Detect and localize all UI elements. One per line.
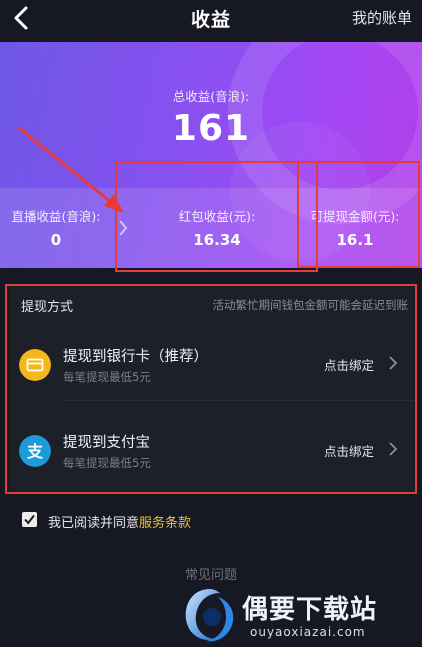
red-packet-earnings-label: 红包收益(元): — [178, 209, 256, 224]
agreement-checkbox[interactable] — [22, 512, 37, 527]
site-watermark: 偶要下载站 ouyaoxiazai.com — [178, 583, 418, 647]
row-divider — [63, 400, 414, 401]
total-earnings-label: 总收益(音浪): — [172, 89, 250, 104]
bank-card-minimum-note: 每笔提现最低5元 — [63, 370, 151, 384]
live-earnings-label: 直播收益(音浪): — [11, 209, 101, 224]
withdrawable-amount-label: 可提现金额(元): — [310, 209, 400, 224]
watermark-site-name: 偶要下载站 — [242, 595, 378, 625]
svg-text:支: 支 — [26, 442, 44, 461]
chevron-right-icon — [389, 442, 398, 456]
withdrawable-amount-value: 16.1 — [336, 231, 374, 249]
my-bill-link[interactable]: 我的账单 — [352, 7, 412, 28]
withdraw-methods-header: 提现方式 活动繁忙期间钱包金额可能会延迟到账 — [9, 287, 414, 322]
earnings-summary-panel: 总收益(音浪): 161 直播收益(音浪): 0 红包收益(元): 16.34 … — [0, 42, 422, 268]
withdraw-methods-card: 提现方式 活动繁忙期间钱包金额可能会延迟到账 提现到银行卡（推荐） 每笔提现最低… — [9, 287, 414, 492]
bind-bank-card-button[interactable]: 点击绑定 — [324, 355, 374, 374]
total-earnings-value: 161 — [171, 108, 251, 149]
bind-alipay-button[interactable]: 点击绑定 — [324, 441, 374, 460]
withdrawable-amount-stat: 可提现金额(元): 16.1 — [285, 206, 422, 249]
withdraw-to-alipay-row[interactable]: 支 提现到支付宝 每笔提现最低5元 点击绑定 — [9, 411, 414, 489]
chevron-right-icon — [119, 220, 128, 236]
withdraw-delay-notice: 活动繁忙期间钱包金额可能会延迟到账 — [212, 298, 409, 312]
alipay-option-title: 提现到支付宝 — [63, 435, 150, 451]
agreement-text: 我已阅读并同意服务条款 — [48, 512, 191, 531]
red-packet-earnings-stat[interactable]: 红包收益(元): 16.34 — [147, 206, 287, 249]
alipay-icon: 支 — [19, 435, 51, 467]
watermark-logo — [185, 589, 234, 642]
live-earnings-value: 0 — [50, 231, 62, 249]
live-earnings-stat: 直播收益(音浪): 0 — [0, 206, 126, 249]
withdraw-to-bank-card-row[interactable]: 提现到银行卡（推荐） 每笔提现最低5元 点击绑定 — [9, 325, 414, 403]
top-bar: 收益 我的账单 — [0, 0, 422, 42]
faq-link[interactable]: 常见问题 — [0, 564, 422, 583]
withdraw-methods-title: 提现方式 — [21, 300, 74, 315]
bank-card-option-title: 提现到银行卡（推荐） — [63, 349, 208, 365]
alipay-minimum-note: 每笔提现最低5元 — [63, 456, 151, 470]
terms-of-service-link[interactable]: 服务条款 — [139, 516, 191, 531]
watermark-site-url: ouyaoxiazai.com — [250, 625, 366, 639]
bank-card-icon — [19, 349, 51, 381]
agreement-prefix: 我已阅读并同意 — [48, 516, 140, 531]
chevron-right-icon — [389, 356, 398, 370]
red-packet-earnings-value: 16.34 — [193, 231, 241, 249]
earnings-breakdown: 直播收益(音浪): 0 红包收益(元): 16.34 可提现金额(元): 16.… — [0, 188, 422, 268]
